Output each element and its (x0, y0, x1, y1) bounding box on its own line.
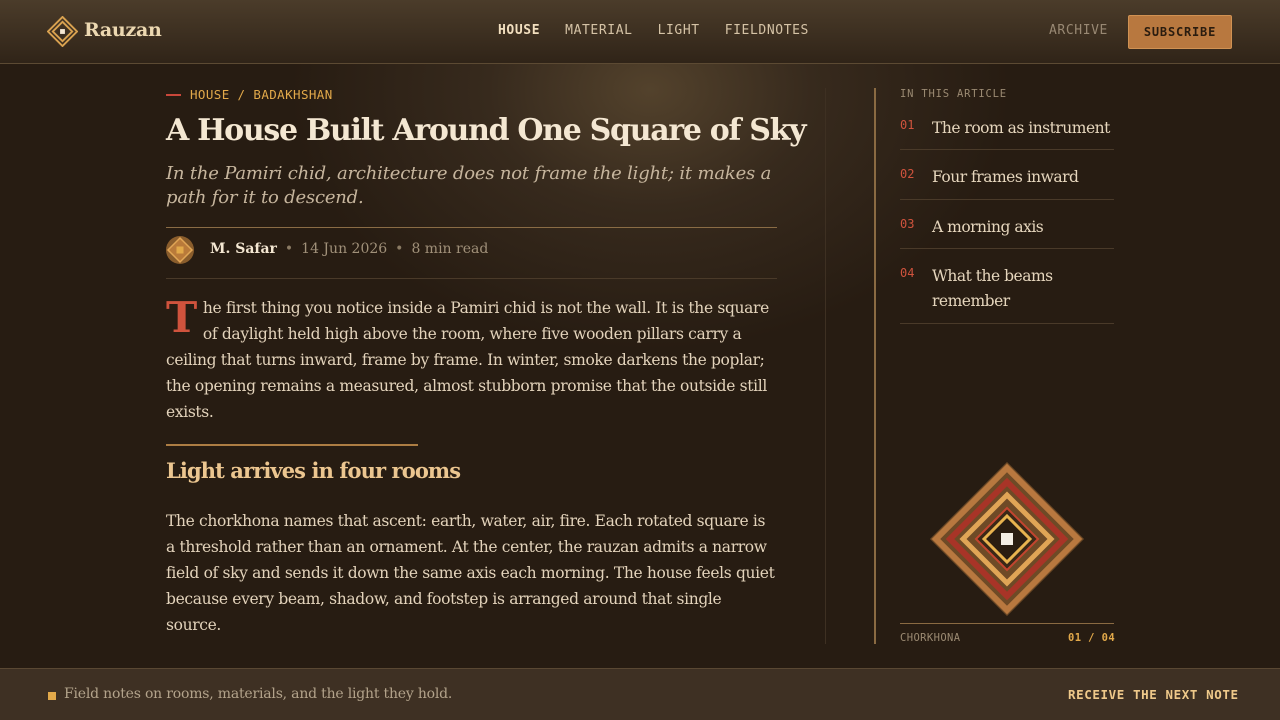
brand-name[interactable]: Rauzan (84, 19, 162, 41)
divider (166, 278, 777, 279)
toc-link[interactable]: The room as instrument (932, 110, 1110, 149)
byline-separator: • (284, 241, 294, 257)
footer-tagline: Field notes on rooms, materials, and the… (64, 686, 453, 702)
author-name[interactable]: M. Safar (210, 241, 277, 257)
toc-number: 02 (900, 167, 915, 181)
toc-number: 03 (900, 217, 915, 231)
table-of-contents: 01 The room as instrument 02 Four frames… (900, 110, 1114, 324)
nav-item-house[interactable]: HOUSE (498, 23, 540, 38)
section-rule (166, 444, 418, 446)
toc-number: 04 (900, 266, 915, 280)
breadcrumb: HOUSE / BADAKHSHAN (166, 87, 333, 102)
drop-cap: T (166, 293, 197, 342)
byline-separator: • (395, 241, 404, 257)
paragraph-text: he first thing you notice inside a Pamir… (166, 299, 769, 421)
archive-link[interactable]: ARCHIVE (1049, 23, 1108, 38)
ornament-counter: 01 / 04 (1068, 632, 1116, 644)
divider (166, 227, 777, 228)
toc-link[interactable]: A morning axis (932, 200, 1044, 248)
read-time: 8 min read (411, 241, 489, 257)
article-paragraph: The chorkhona names that ascent: earth, … (166, 512, 775, 634)
toc-number: 01 (900, 118, 915, 132)
ornament-caption: CHORKHONA (900, 632, 961, 644)
newsletter-link[interactable]: RECEIVE THE NEXT NOTE (1068, 687, 1239, 702)
toc-item[interactable]: 02 Four frames inward (900, 150, 1114, 200)
subscribe-button[interactable]: SUBSCRIBE (1128, 15, 1232, 49)
toc-item[interactable]: 03 A morning axis (900, 200, 1114, 249)
rauzan-logo-icon[interactable] (47, 16, 78, 47)
toc-item[interactable]: 01 The room as instrument (900, 110, 1114, 150)
article-paragraph: The first thing you notice inside a Pami… (166, 295, 778, 425)
column-divider (825, 88, 826, 644)
breadcrumb-text[interactable]: HOUSE / BADAKHSHAN (190, 87, 333, 102)
article-subtitle: In the Pamiri chid, architecture does no… (166, 163, 772, 208)
nav-item-material[interactable]: MATERIAL (565, 23, 632, 38)
square-bullet-icon (48, 692, 56, 700)
main-nav: HOUSE MATERIAL LIGHT FIELDNOTES (498, 23, 809, 38)
toc-link[interactable]: Four frames inward (932, 150, 1079, 199)
chorkhona-ornament-icon (930, 462, 1084, 616)
site-footer: Field notes on rooms, materials, and the… (0, 668, 1280, 720)
nav-item-light[interactable]: LIGHT (658, 23, 700, 38)
section-heading: Light arrives in four rooms (166, 458, 461, 483)
divider (900, 623, 1114, 624)
toc-item[interactable]: 04 What the beams remember (900, 249, 1114, 324)
sidebar-accent-line (874, 88, 876, 644)
nav-item-fieldnotes[interactable]: FIELDNOTES (725, 23, 809, 38)
page-title: A House Built Around One Square of Sky (166, 113, 807, 148)
site-header: Rauzan HOUSE MATERIAL LIGHT FIELDNOTES A… (0, 0, 1280, 64)
avatar (166, 236, 194, 264)
toc-link[interactable]: What the beams remember (932, 249, 1114, 323)
kicker-dash (166, 93, 181, 96)
byline: M. Safar • 14 Jun 2026 • 8 min read (210, 241, 488, 257)
toc-label: IN THIS ARTICLE (900, 88, 1007, 100)
publish-date: 14 Jun 2026 (301, 241, 388, 257)
